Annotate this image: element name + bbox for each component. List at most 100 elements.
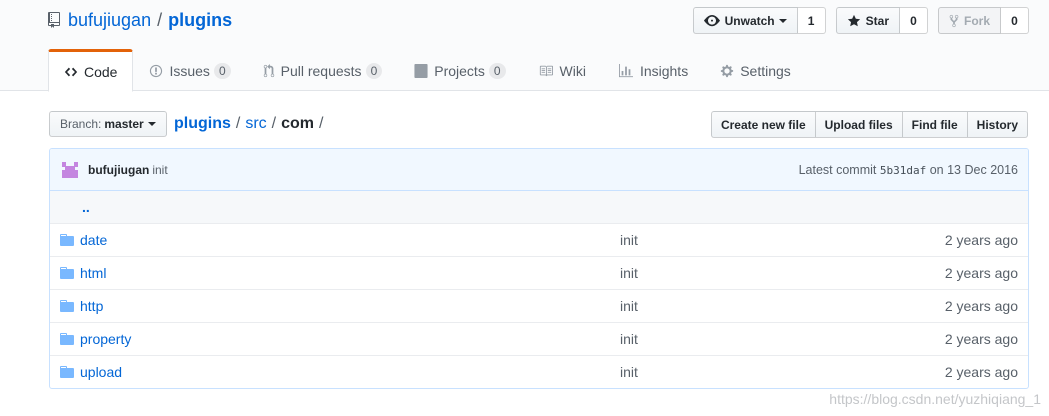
forks-count[interactable]: 0 (1001, 7, 1029, 34)
commit-author-link[interactable]: bufujiugan (88, 163, 149, 177)
star-button[interactable]: Star (835, 7, 900, 34)
commit-message-link[interactable]: init (152, 163, 167, 177)
file-commit-message-link[interactable]: init (620, 364, 870, 380)
file-list: date init 2 years ago html init 2 years ago ht… (50, 223, 1028, 388)
table-row: date init 2 years ago (50, 223, 1028, 256)
up-directory-row: .. (50, 191, 1028, 223)
book-icon (539, 65, 553, 77)
file-name-link[interactable]: html (80, 265, 620, 281)
tab-settings[interactable]: Settings (704, 49, 807, 91)
issue-opened-icon (150, 64, 163, 78)
folder-icon (50, 366, 80, 378)
git-pull-request-icon (263, 64, 274, 78)
folder-icon (50, 234, 80, 246)
file-commit-message-link[interactable]: init (620, 331, 870, 347)
breadcrumb: plugins / src / com / (174, 113, 328, 135)
breadcrumb-separator: / (235, 115, 241, 132)
find-file-button[interactable]: Find file (902, 111, 968, 138)
branch-label: Branch: (60, 117, 102, 131)
tab-pull-requests[interactable]: Pull requests 0 (247, 49, 399, 91)
breadcrumb-separator: / (271, 115, 277, 132)
tab-issues[interactable]: Issues 0 (133, 49, 246, 91)
branch-name: master (104, 117, 144, 131)
commit-sha-link[interactable]: 5b31daf (880, 164, 926, 177)
pulls-counter: 0 (365, 63, 383, 79)
breadcrumb-root-link[interactable]: plugins (174, 115, 231, 133)
tab-settings-label: Settings (740, 63, 791, 79)
file-name-link[interactable]: upload (80, 364, 620, 380)
chevron-down-icon (778, 18, 787, 23)
chevron-down-icon (147, 122, 156, 126)
repo-icon (48, 12, 60, 28)
file-age: 2 years ago (944, 364, 1018, 380)
file-commit-message-link[interactable]: init (620, 265, 870, 281)
file-commit-message-link[interactable]: init (620, 232, 870, 248)
repo-title-separator: / (157, 9, 163, 30)
tab-insights-label: Insights (639, 63, 689, 79)
tab-wiki[interactable]: Wiki (522, 49, 602, 91)
eye-icon (703, 14, 720, 26)
fork-group: Fork 0 (937, 7, 1029, 34)
tab-projects[interactable]: Projects 0 (398, 49, 521, 91)
table-row: html init 2 years ago (50, 256, 1028, 289)
repo-name-link[interactable]: plugins (168, 10, 232, 31)
latest-commit-info: Latest commit 5b31daf on 13 Dec 2016 (799, 163, 1018, 177)
graph-icon (618, 64, 633, 78)
file-name-link[interactable]: property (80, 331, 620, 347)
repo-nav: Code Issues 0 Pull requests 0 Projects 0… (48, 49, 807, 92)
watch-group: Unwatch 1 (692, 7, 826, 34)
create-new-file-button[interactable]: Create new file (710, 111, 816, 138)
star-label: Star (865, 13, 889, 28)
projects-counter: 0 (488, 63, 506, 79)
tab-code[interactable]: Code (48, 49, 134, 92)
file-navigation: Branch: master plugins / src / com / Cre… (49, 111, 1028, 138)
breadcrumb-current: com (281, 115, 315, 132)
file-age: 2 years ago (944, 232, 1018, 248)
watermark: https://blog.csdn.net/yuzhiqiang_1 (829, 391, 1041, 407)
star-group: Star 0 (835, 7, 928, 34)
file-age: 2 years ago (944, 265, 1018, 281)
project-icon (414, 64, 428, 78)
table-row: http init 2 years ago (50, 289, 1028, 322)
tab-wiki-label: Wiki (559, 63, 586, 79)
file-name-link[interactable]: date (80, 232, 620, 248)
upload-files-button[interactable]: Upload files (815, 111, 903, 138)
tab-issues-label: Issues (169, 63, 210, 79)
unwatch-label: Unwatch (724, 13, 775, 28)
commit-date: 13 Dec 2016 (947, 162, 1018, 177)
file-age: 2 years ago (944, 298, 1018, 314)
gear-icon (721, 64, 734, 78)
file-age: 2 years ago (944, 331, 1018, 347)
folder-icon (50, 300, 80, 312)
branch-select-button[interactable]: Branch: master (49, 111, 167, 137)
tab-pull-requests-label: Pull requests (280, 63, 362, 79)
latest-commit-label: Latest commit (798, 162, 877, 177)
file-name-link[interactable]: http (80, 298, 620, 314)
table-row: property init 2 years ago (50, 322, 1028, 355)
up-directory-link[interactable]: .. (82, 199, 90, 215)
fork-button[interactable]: Fork (937, 7, 1001, 34)
tab-code-label: Code (84, 63, 118, 80)
watchers-count[interactable]: 1 (797, 7, 826, 34)
tab-insights[interactable]: Insights (602, 49, 704, 91)
folder-icon (50, 267, 80, 279)
breadcrumb-src-link[interactable]: src (245, 115, 266, 133)
file-commit-message-link[interactable]: init (620, 298, 870, 314)
avatar[interactable] (60, 159, 80, 180)
repo-owner-link[interactable]: bufujiugan (68, 10, 151, 31)
file-table: bufujiugan init Latest commit 5b31daf on… (49, 148, 1029, 389)
breadcrumb-separator: / (319, 115, 324, 132)
folder-icon (50, 333, 80, 345)
star-icon (847, 14, 860, 26)
stargazers-count[interactable]: 0 (899, 7, 928, 34)
file-actions: Create new file Upload files Find file H… (710, 111, 1028, 138)
unwatch-button[interactable]: Unwatch (692, 7, 798, 34)
fork-label: Fork (963, 13, 990, 28)
issues-counter: 0 (213, 63, 231, 79)
commit-tease: bufujiugan init Latest commit 5b31daf on… (50, 149, 1028, 191)
repo-title: bufujiugan / plugins (48, 9, 232, 31)
pagehead-actions: Unwatch 1 Star 0 Fork 0 (692, 7, 1029, 34)
history-button[interactable]: History (967, 111, 1028, 138)
fork-icon (949, 14, 959, 27)
commit-on-label: on (929, 162, 944, 177)
